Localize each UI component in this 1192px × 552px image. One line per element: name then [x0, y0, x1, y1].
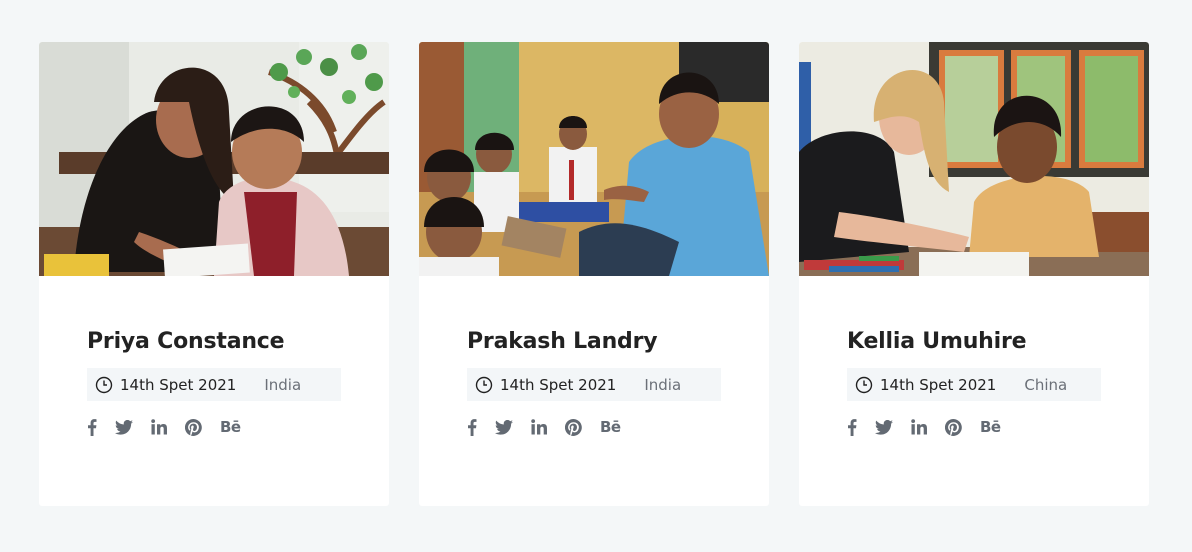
- card-photo[interactable]: [419, 42, 769, 276]
- team-grid: Priya Constance 14th Spet 2021 India Bē: [0, 0, 1192, 552]
- card-body: Kellia Umuhire 14th Spet 2021 China Bē: [847, 324, 1107, 437]
- volunteer-laughing-with-boy-photo: [799, 42, 1149, 276]
- team-card: Prakash Landry 14th Spet 2021 India Bē: [419, 42, 769, 506]
- clock-icon: [855, 376, 873, 394]
- clock-icon: [95, 376, 113, 394]
- twitter-icon[interactable]: [115, 417, 133, 437]
- pinterest-icon[interactable]: [185, 417, 202, 437]
- twitter-icon[interactable]: [495, 417, 513, 437]
- member-name[interactable]: Priya Constance: [87, 324, 347, 360]
- post-date: 14th Spet 2021: [880, 375, 997, 394]
- teacher-with-children-photo: [419, 42, 769, 276]
- card-body: Priya Constance 14th Spet 2021 India Bē: [87, 324, 347, 437]
- team-card: Priya Constance 14th Spet 2021 India Bē: [39, 42, 389, 506]
- behance-icon[interactable]: Bē: [600, 417, 621, 437]
- post-date: 14th Spet 2021: [120, 375, 237, 394]
- facebook-icon[interactable]: [847, 417, 857, 437]
- location: China: [1024, 375, 1068, 394]
- meta-bar: 14th Spet 2021 India: [87, 368, 341, 401]
- social-links: Bē: [847, 417, 1107, 437]
- girl-helping-boy-write-photo: [39, 42, 389, 276]
- social-links: Bē: [467, 417, 727, 437]
- linkedin-icon[interactable]: [531, 417, 547, 437]
- facebook-icon[interactable]: [467, 417, 477, 437]
- location: India: [644, 375, 682, 394]
- behance-icon[interactable]: Bē: [980, 417, 1001, 437]
- meta-bar: 14th Spet 2021 China: [847, 368, 1101, 401]
- post-date: 14th Spet 2021: [500, 375, 617, 394]
- member-name[interactable]: Prakash Landry: [467, 324, 727, 360]
- meta-bar: 14th Spet 2021 India: [467, 368, 721, 401]
- location: India: [264, 375, 302, 394]
- card-body: Prakash Landry 14th Spet 2021 India Bē: [467, 324, 727, 437]
- behance-icon[interactable]: Bē: [220, 417, 241, 437]
- card-photo[interactable]: [39, 42, 389, 276]
- facebook-icon[interactable]: [87, 417, 97, 437]
- member-name[interactable]: Kellia Umuhire: [847, 324, 1107, 360]
- pinterest-icon[interactable]: [945, 417, 962, 437]
- linkedin-icon[interactable]: [151, 417, 167, 437]
- team-card: Kellia Umuhire 14th Spet 2021 China Bē: [799, 42, 1149, 506]
- clock-icon: [475, 376, 493, 394]
- twitter-icon[interactable]: [875, 417, 893, 437]
- pinterest-icon[interactable]: [565, 417, 582, 437]
- social-links: Bē: [87, 417, 347, 437]
- card-photo[interactable]: [799, 42, 1149, 276]
- linkedin-icon[interactable]: [911, 417, 927, 437]
